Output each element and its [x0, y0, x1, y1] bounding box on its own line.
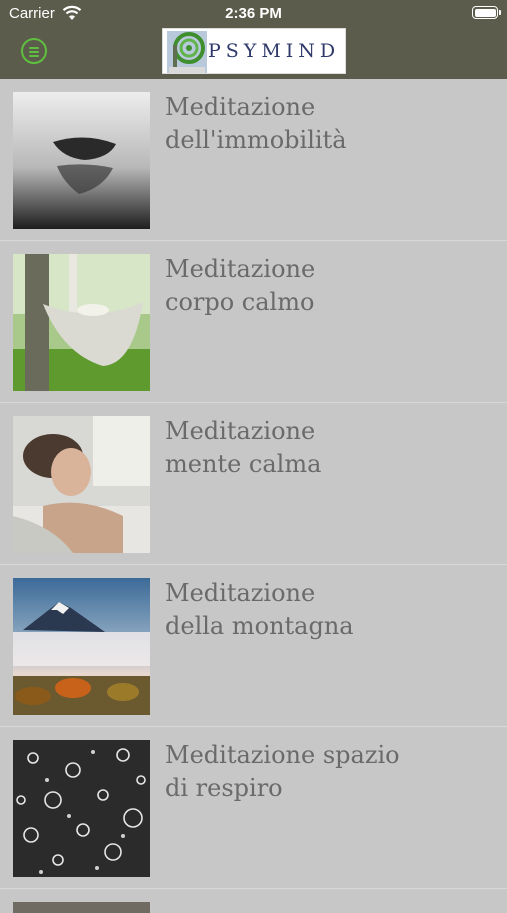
list-item[interactable]: Meditazione spazio di respiro	[0, 727, 507, 889]
battery-icon	[472, 6, 501, 19]
spiral-logo-icon	[167, 31, 207, 73]
menu-icon-line	[29, 55, 39, 57]
boat-image	[13, 92, 150, 229]
app-header: Carrier 2:36 PM PSYMIND	[0, 0, 507, 79]
list-item[interactable]	[0, 889, 507, 913]
item-title: Meditazione corpo calmo	[165, 253, 495, 319]
list-item[interactable]: Meditazione dell'immobilità	[0, 79, 507, 241]
bubbles-image	[13, 740, 150, 877]
item-title-line: della montagna	[165, 612, 354, 640]
item-title-line: Meditazione	[165, 417, 316, 445]
status-bar: Carrier 2:36 PM	[0, 0, 507, 28]
item-title-line: mente calma	[165, 450, 322, 478]
clock: 2:36 PM	[225, 5, 282, 22]
list-item-image	[13, 902, 150, 913]
item-title-line: Meditazione	[165, 579, 316, 607]
list-item[interactable]: Meditazione mente calma	[0, 403, 507, 565]
item-title-line: Meditazione	[165, 93, 316, 121]
list-item[interactable]: Meditazione corpo calmo	[0, 241, 507, 403]
item-title-line: corpo calmo	[165, 288, 315, 316]
item-title: Meditazione spazio di respiro	[165, 739, 495, 805]
menu-button[interactable]	[21, 38, 47, 64]
item-title-line: Meditazione spazio	[165, 741, 400, 769]
mountain-image	[13, 578, 150, 715]
item-title-line: di respiro	[165, 774, 283, 802]
item-title: Meditazione della montagna	[165, 577, 495, 643]
menu-icon-line	[29, 47, 39, 49]
item-title-line: dell'immobilità	[165, 126, 347, 154]
item-title: Meditazione dell'immobilità	[165, 91, 495, 157]
item-title-line: Meditazione	[165, 255, 316, 283]
list-item[interactable]: Meditazione della montagna	[0, 565, 507, 727]
menu-icon-line	[29, 51, 39, 53]
item-title: Meditazione mente calma	[165, 415, 495, 481]
logo-text: PSYMIND	[208, 40, 341, 62]
relaxing-woman-image	[13, 416, 150, 553]
psymind-logo: PSYMIND	[162, 28, 346, 74]
hammock-image	[13, 254, 150, 391]
